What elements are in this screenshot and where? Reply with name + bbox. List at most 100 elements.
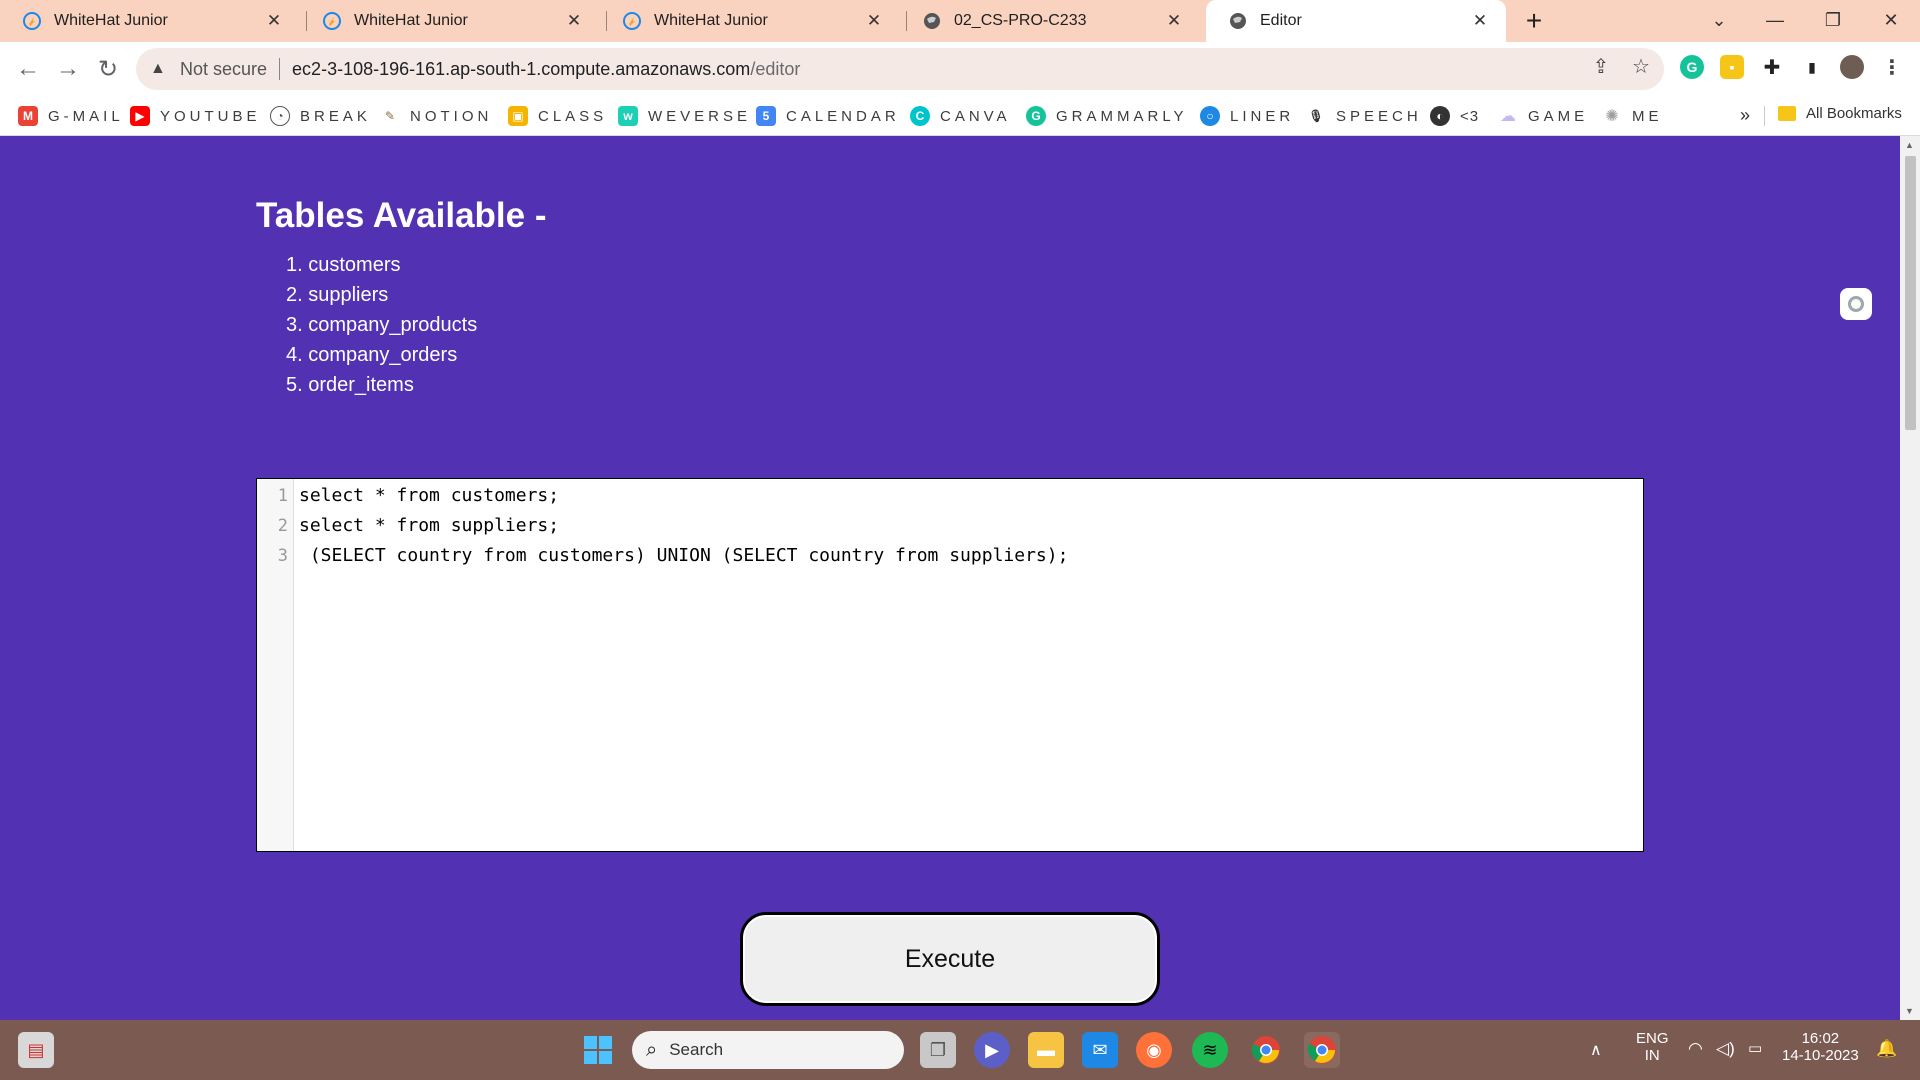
whitehat-icon xyxy=(622,11,642,31)
close-icon[interactable]: ✕ xyxy=(1468,9,1492,33)
list-item: 1. customers xyxy=(286,254,401,276)
file-explorer-icon[interactable]: ▬ xyxy=(1028,1032,1064,1068)
menu-dots-icon[interactable]: ⋮ xyxy=(1880,55,1904,79)
bookmark-liner[interactable]: ○ LINER xyxy=(1200,105,1294,127)
microphone-icon: 🎙 xyxy=(1306,106,1326,126)
back-button[interactable]: ← xyxy=(10,51,46,87)
volume-icon[interactable]: ◁) xyxy=(1716,1039,1735,1059)
reload-button[interactable]: ↻ xyxy=(90,51,126,87)
close-icon[interactable]: ✕ xyxy=(862,9,886,33)
weverse-icon: w xyxy=(618,106,638,126)
forward-button[interactable]: → xyxy=(50,51,86,87)
date-label: 14-10-2023 xyxy=(1782,1047,1859,1064)
calendar-icon: 5 xyxy=(756,106,776,126)
chrome-profile-icon[interactable] xyxy=(1304,1032,1340,1068)
globe-icon xyxy=(1228,11,1248,31)
teams-chat-icon[interactable]: ▶ xyxy=(974,1032,1010,1068)
security-label[interactable]: Not secure xyxy=(180,59,267,80)
bookmark-heart[interactable]: ◐ <3 xyxy=(1430,105,1479,127)
scroll-down-icon[interactable]: ▼ xyxy=(1905,1006,1914,1016)
puzzle-icon[interactable]: ✚ xyxy=(1760,55,1784,79)
bookmarks-bar: M G-MAIL ▶ YOUTUBE ◔ BREAK ✎ NOTION ▣ CLASS w… xyxy=(0,96,1920,136)
warning-icon[interactable]: ▲ xyxy=(150,60,170,78)
notification-bell-icon[interactable]: 🔔 xyxy=(1876,1039,1897,1059)
tab-cs-pro[interactable]: 02_CS-PRO-C233 ✕ xyxy=(900,0,1200,42)
highlighter-extension-icon[interactable]: ▪ xyxy=(1720,55,1744,79)
language-indicator[interactable]: ENG IN xyxy=(1636,1030,1669,1064)
scroll-up-icon[interactable]: ▲ xyxy=(1905,140,1914,150)
sql-editor[interactable]: 1 2 3 select * from customers; select * … xyxy=(256,478,1644,852)
mail-icon[interactable]: ✉ xyxy=(1082,1032,1118,1068)
new-tab-button[interactable]: + xyxy=(1518,5,1550,37)
bookmark-label: YOUTUBE xyxy=(160,107,261,125)
clock[interactable]: 16:02 14-10-2023 xyxy=(1782,1030,1859,1064)
bookmark-grammarly[interactable]: G GRAMMARLY xyxy=(1026,105,1188,127)
chevron-down-icon[interactable]: ⌄ xyxy=(1694,0,1744,40)
widgets-icon[interactable]: ▤ xyxy=(18,1032,54,1068)
bookmark-weverse[interactable]: w WEVERSE xyxy=(618,105,751,127)
task-view-icon[interactable]: ❐ xyxy=(920,1032,956,1068)
wifi-icon[interactable]: ◠ xyxy=(1688,1039,1703,1059)
share-icon[interactable]: ⇪ xyxy=(1588,53,1614,79)
address-bar[interactable]: ▲ Not secure ec2-3-108-196-161.ap-south-… xyxy=(136,48,1664,90)
bookmark-notion[interactable]: ✎ NOTION xyxy=(380,105,492,127)
minimize-button[interactable]: — xyxy=(1750,0,1800,40)
region-label: IN xyxy=(1644,1047,1660,1064)
tab-strip: WhiteHat Junior ✕ WhiteHat Junior ✕ Whit… xyxy=(0,0,1920,42)
clock-icon: ◔ xyxy=(270,106,290,126)
cloud-icon: ☁ xyxy=(1498,106,1518,126)
whitehat-icon xyxy=(322,11,342,31)
tab-whitehat-1[interactable]: WhiteHat Junior ✕ xyxy=(0,0,300,42)
battery-icon[interactable]: ▭ xyxy=(1748,1039,1762,1057)
restore-button[interactable]: ❐ xyxy=(1808,0,1858,40)
tab-whitehat-2[interactable]: WhiteHat Junior ✕ xyxy=(300,0,600,42)
taskbar-search-input[interactable]: ⌕ Search xyxy=(632,1031,904,1069)
bookmark-label: BREAK xyxy=(300,107,371,125)
close-icon[interactable]: ✕ xyxy=(1162,9,1186,33)
code-line[interactable]: select * from suppliers; xyxy=(299,515,559,536)
close-icon[interactable]: ✕ xyxy=(562,9,586,33)
code-line[interactable]: (SELECT country from customers) UNION (S… xyxy=(299,545,1069,566)
taskbar: ▤ ⌕ Search ❐ ▶ ▬ ✉ ◉ ≋ ∧ ENG IN ◠ ◁) ▭ 1… xyxy=(0,1020,1920,1080)
avatar[interactable] xyxy=(1840,55,1864,79)
bookmark-label: G-MAIL xyxy=(48,107,124,125)
firefox-icon[interactable]: ◉ xyxy=(1136,1032,1172,1068)
chrome-icon[interactable] xyxy=(1248,1032,1284,1068)
bookmark-label: WEVERSE xyxy=(648,107,752,125)
bookmark-label: CANVA xyxy=(940,107,1011,125)
star-icon[interactable]: ☆ xyxy=(1628,53,1654,79)
windows-start-icon[interactable] xyxy=(580,1032,616,1068)
bookmark-calendar[interactable]: 5 CALENDAR xyxy=(756,105,900,127)
grammarly-extension-icon[interactable]: G xyxy=(1680,55,1704,79)
bookmark-speech[interactable]: 🎙 SPEECH xyxy=(1306,105,1422,127)
floating-assistant-icon[interactable] xyxy=(1840,288,1872,320)
url-path[interactable]: /editor xyxy=(750,59,800,80)
bookmark-canva[interactable]: C CANVA xyxy=(910,105,1011,127)
close-icon[interactable]: ✕ xyxy=(262,9,286,33)
all-bookmarks-label: All Bookmarks xyxy=(1806,105,1902,122)
bookmark-me[interactable]: ✺ ME xyxy=(1602,105,1663,127)
bookmark-label: LINER xyxy=(1230,107,1295,125)
whitehat-icon xyxy=(22,11,42,31)
sidebar-icon[interactable]: ▮ xyxy=(1800,55,1824,79)
bookmark-gmail[interactable]: M G-MAIL xyxy=(18,105,124,127)
execute-button[interactable]: Execute xyxy=(740,912,1160,1006)
close-window-button[interactable]: ✕ xyxy=(1866,0,1916,40)
page-title: Tables Available - xyxy=(256,196,547,235)
code-line[interactable]: select * from customers; xyxy=(299,485,559,506)
bookmark-class[interactable]: ▣ CLASS xyxy=(508,105,607,127)
tab-editor[interactable]: Editor ✕ xyxy=(1206,0,1506,42)
bookmark-youtube[interactable]: ▶ YOUTUBE xyxy=(130,105,261,127)
bookmark-break[interactable]: ◔ BREAK xyxy=(270,105,371,127)
spotify-icon[interactable]: ≋ xyxy=(1192,1032,1228,1068)
url-host[interactable]: ec2-3-108-196-161.ap-south-1.compute.ama… xyxy=(292,59,750,80)
scroll-thumb[interactable] xyxy=(1905,156,1916,430)
divider xyxy=(1764,106,1765,126)
tab-whitehat-3[interactable]: WhiteHat Junior ✕ xyxy=(600,0,900,42)
tray-overflow-icon[interactable]: ∧ xyxy=(1590,1040,1602,1060)
browser-toolbar: ← → ↻ ▲ Not secure ec2-3-108-196-161.ap-… xyxy=(0,42,1920,96)
bookmarks-overflow-button[interactable]: » xyxy=(1740,105,1750,126)
scrollbar[interactable]: ▲ ▼ xyxy=(1900,136,1920,1020)
all-bookmarks-button[interactable]: All Bookmarks xyxy=(1778,105,1902,122)
bookmark-game[interactable]: ☁ GAME xyxy=(1498,105,1588,127)
